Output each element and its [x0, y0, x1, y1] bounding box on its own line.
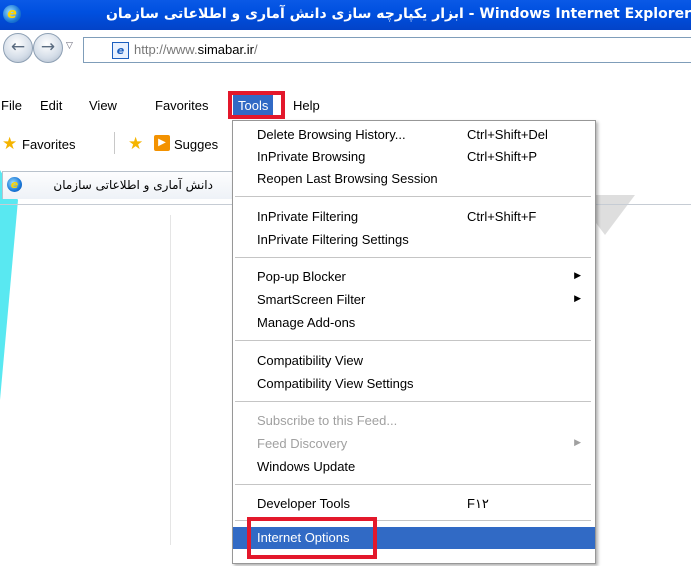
menu-file[interactable]: File — [1, 98, 22, 113]
menu-item-delete-browsing-history[interactable]: Delete Browsing History... Ctrl+Shift+De… — [233, 124, 595, 146]
ie-logo-icon: e — [3, 5, 21, 23]
browser-tab[interactable]: e دانش آماری و اطلاعاتی سازمان — [2, 171, 244, 199]
window-title: ابزار یکپارچه سازی دانش آماری و اطلاعاتی… — [105, 6, 691, 22]
menu-edit[interactable]: Edit — [40, 98, 62, 113]
menu-item-inprivate-browsing[interactable]: InPrivate Browsing Ctrl+Shift+P — [233, 146, 595, 168]
tab-title: دانش آماری و اطلاعاتی سازمان — [53, 178, 213, 192]
menu-item-compatibility-view[interactable]: Compatibility View — [233, 350, 595, 372]
toolbar-separator — [114, 132, 115, 154]
menu-bar: File Edit View Favorites Tools Help — [0, 92, 691, 120]
menu-item-feed-discovery: Feed Discovery ▶ — [257, 436, 581, 451]
menu-item-inprivate-filtering[interactable]: InPrivate Filtering Ctrl+Shift+F — [233, 206, 595, 228]
menu-item-windows-update[interactable]: Windows Update — [233, 456, 595, 478]
add-favorite-icon[interactable]: ★ — [128, 134, 143, 154]
recent-pages-dropdown-icon[interactable]: ▽ — [66, 41, 73, 51]
favorites-button[interactable]: Favorites — [22, 137, 75, 152]
submenu-arrow-icon: ▶ — [574, 293, 581, 303]
page-ie-icon: e — [112, 42, 129, 59]
menu-item-reopen-last-session[interactable]: Reopen Last Browsing Session — [233, 168, 595, 190]
menu-item-popup-blocker[interactable]: Pop-up Blocker ▶ — [233, 266, 595, 288]
suggested-sites-link[interactable]: Sugges — [174, 137, 218, 152]
back-button[interactable]: ← — [3, 33, 33, 63]
submenu-arrow-icon: ▶ — [574, 270, 581, 280]
menu-favorites[interactable]: Favorites — [155, 98, 208, 113]
menu-separator — [235, 340, 591, 341]
submenu-arrow-icon: ▶ — [574, 437, 581, 447]
address-url[interactable]: http://www.simabar.ir/ — [134, 42, 258, 57]
menu-item-inprivate-filtering-settings[interactable]: InPrivate Filtering Settings — [233, 229, 595, 251]
menu-item-subscribe-feed: Subscribe to this Feed... — [257, 413, 398, 428]
window-titlebar: ابزار یکپارچه سازی دانش آماری و اطلاعاتی… — [0, 0, 691, 30]
menu-item-smartscreen-filter[interactable]: SmartScreen Filter ▶ — [233, 289, 595, 311]
tools-menu: Delete Browsing History... Ctrl+Shift+De… — [232, 120, 596, 564]
favorites-star-icon: ★ — [2, 134, 18, 153]
forward-button[interactable]: → — [33, 33, 63, 63]
menu-item-compatibility-view-settings[interactable]: Compatibility View Settings — [233, 373, 595, 395]
tab-ie-icon: e — [7, 177, 22, 192]
menu-separator — [235, 257, 591, 258]
menu-item-manage-addons[interactable]: Manage Add-ons — [233, 312, 595, 334]
menu-item-developer-tools[interactable]: Developer Tools F۱۲ — [233, 493, 595, 515]
menu-view[interactable]: View — [89, 98, 117, 113]
menu-help[interactable]: Help — [293, 98, 320, 113]
tools-highlight-box — [228, 91, 285, 119]
menu-separator — [235, 484, 591, 485]
navigation-bar: ← → ▽ e http://www.simabar.ir/ — [0, 30, 691, 82]
menu-separator — [235, 196, 591, 197]
suggested-sites-icon: ▶ — [154, 135, 170, 151]
internet-options-highlight-box — [247, 517, 377, 559]
menu-separator — [235, 401, 591, 402]
address-bar[interactable]: e http://www.simabar.ir/ — [83, 37, 691, 63]
